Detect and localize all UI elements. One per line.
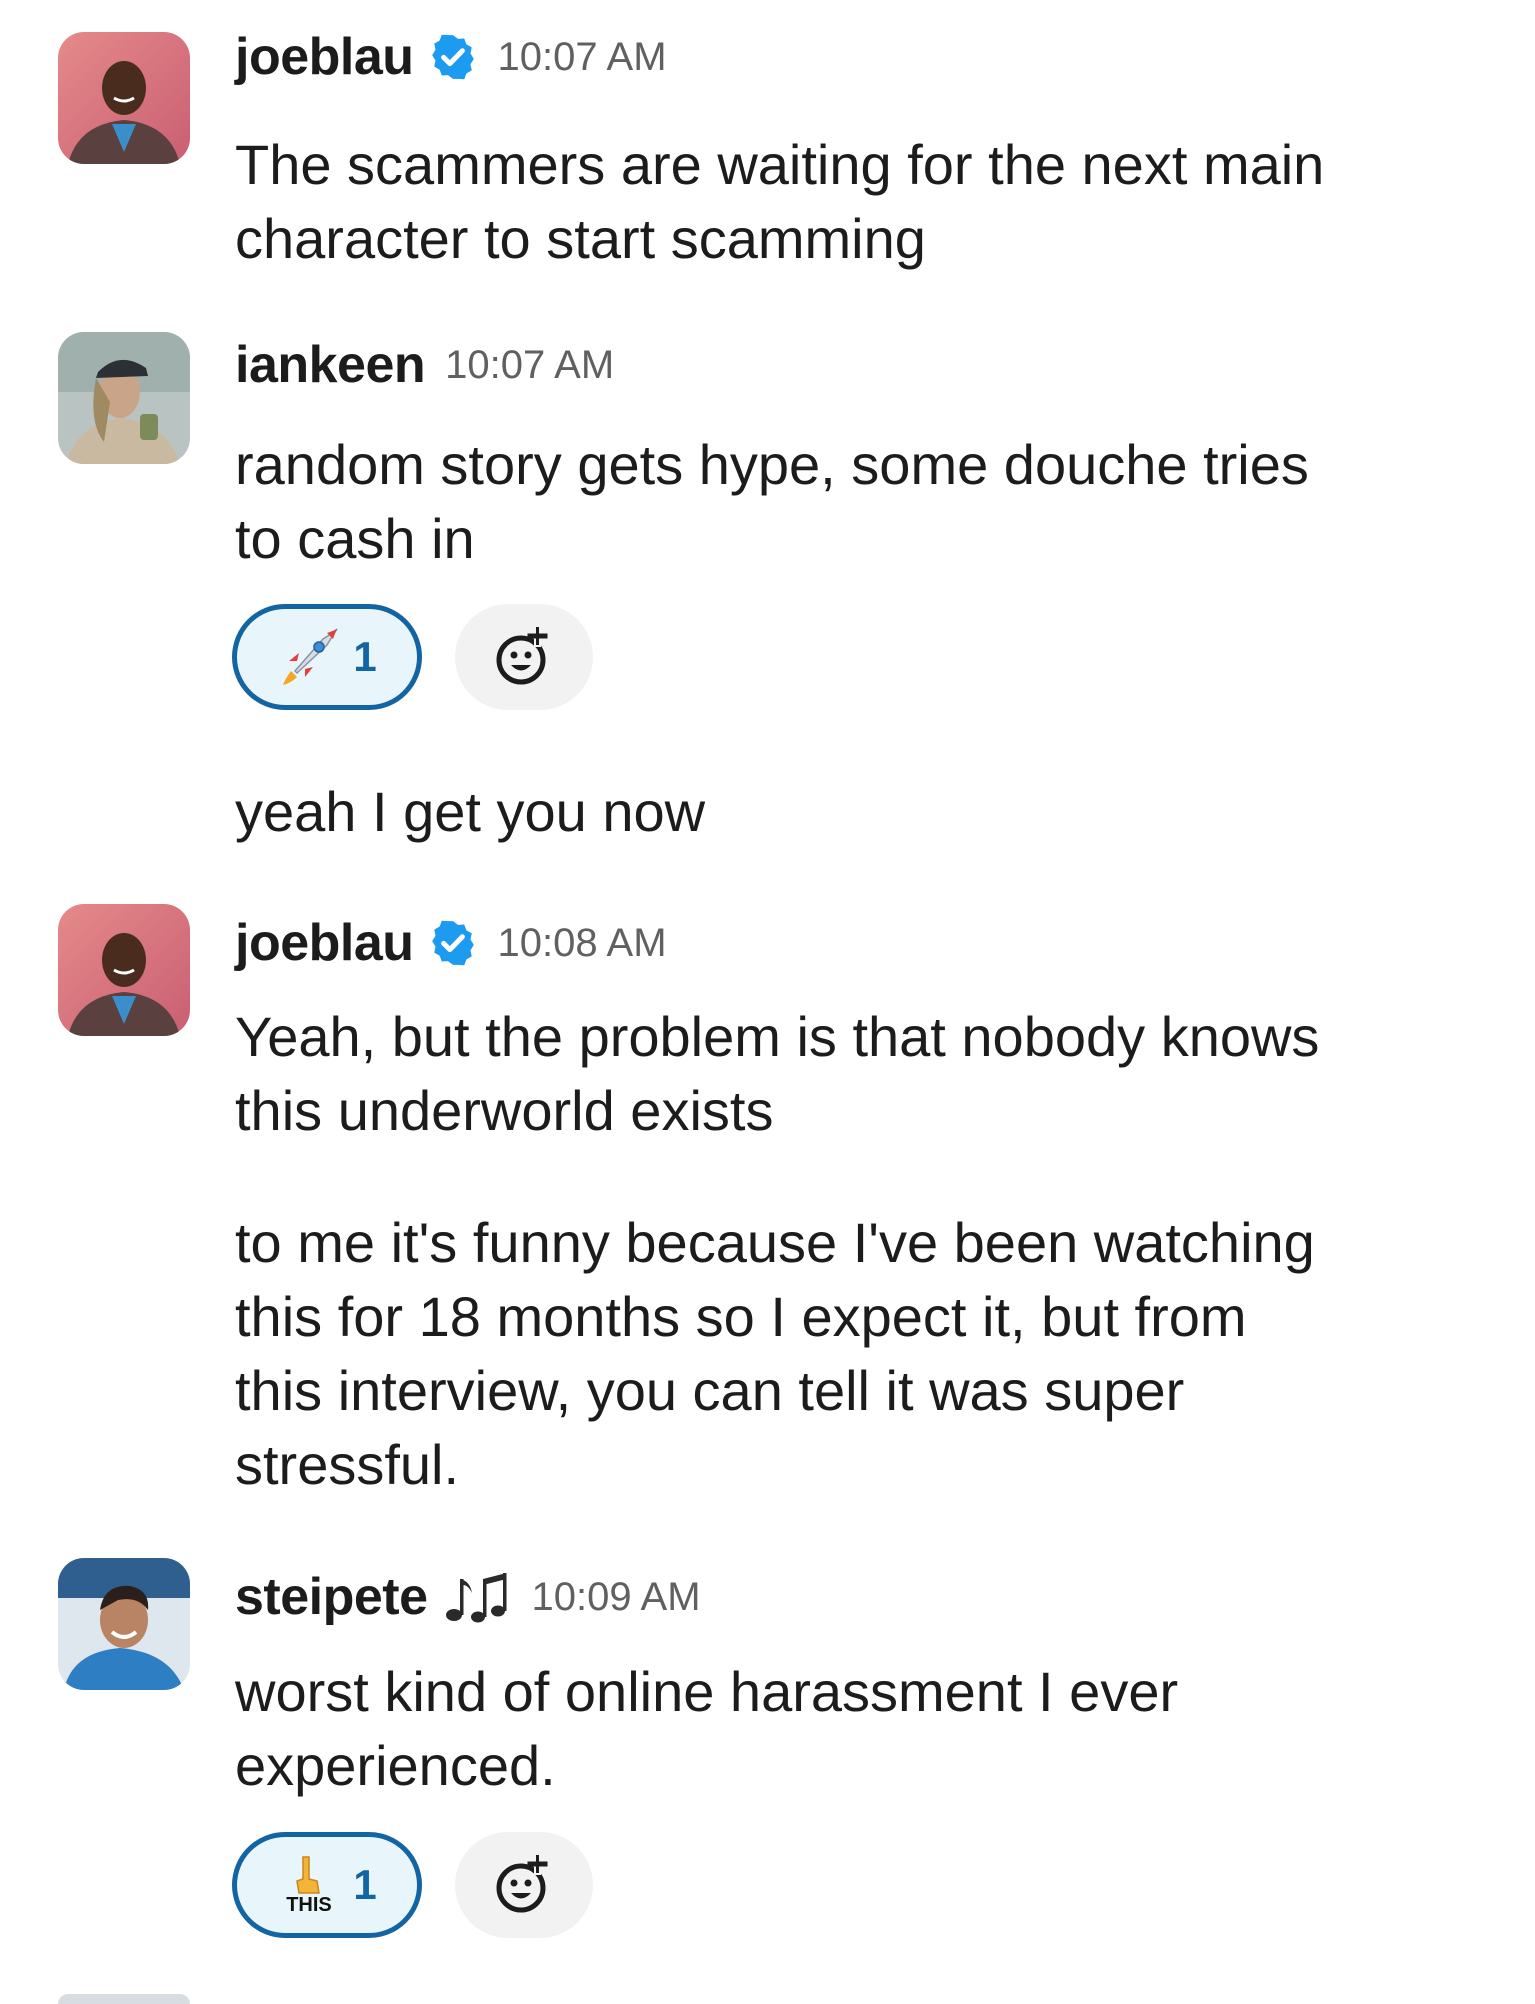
message-line: this underworld exists (235, 1079, 774, 1142)
message-text: random story gets hype, some douche trie… (235, 428, 1455, 576)
verified-badge-icon (428, 918, 478, 968)
music-notes-icon[interactable] (442, 1569, 512, 1625)
rocket-icon (277, 625, 341, 689)
message-header: joeblau 10:07 AM (235, 22, 667, 92)
author-name[interactable]: joeblau (235, 27, 414, 87)
message-text: worst kind of online harassment I ever e… (235, 1655, 1455, 1803)
message-line: random story gets hype, some douche trie… (235, 433, 1309, 496)
add-reaction-button[interactable] (455, 604, 593, 710)
add-reaction-icon (496, 1853, 548, 1913)
avatar-next-partial (58, 1994, 190, 2004)
message-text: Yeah, but the problem is that nobody kno… (235, 1000, 1455, 1148)
message-line: The scammers are waiting for the next ma… (235, 133, 1325, 196)
message-header: iankeen 10:07 AM (235, 330, 614, 400)
message-line: yeah I get you now (235, 780, 706, 843)
timestamp[interactable]: 10:09 AM (532, 1575, 701, 1620)
avatar-iankeen[interactable] (58, 332, 190, 464)
message-line: this interview, you can tell it was supe… (235, 1359, 1185, 1422)
message-text-paragraph: to me it's funny because I've been watch… (235, 1206, 1455, 1502)
message-header: joeblau 10:08 AM (235, 908, 667, 978)
reaction-rocket[interactable]: 1 (232, 604, 422, 710)
message-line: experienced. (235, 1734, 556, 1797)
timestamp[interactable]: 10:07 AM (445, 343, 614, 388)
add-reaction-icon (496, 625, 548, 685)
reaction-count: 1 (353, 1861, 377, 1908)
avatar-joeblau[interactable] (58, 904, 190, 1036)
message-header: steipete 10:09 AM (235, 1562, 701, 1632)
message-text: The scammers are waiting for the next ma… (235, 128, 1455, 276)
message-line: to me it's funny because I've been watch… (235, 1211, 1315, 1274)
message-line: Yeah, but the problem is that nobody kno… (235, 1005, 1320, 1068)
reaction-this[interactable]: THIS 1 (232, 1832, 422, 1938)
verified-badge-icon (428, 32, 478, 82)
author-name[interactable]: iankeen (235, 335, 426, 395)
message-line: to cash in (235, 507, 475, 570)
author-name[interactable]: joeblau (235, 913, 414, 973)
author-name[interactable]: steipete (235, 1567, 428, 1627)
message-line: stressful. (235, 1433, 460, 1496)
timestamp[interactable]: 10:07 AM (498, 35, 667, 80)
timestamp[interactable]: 10:08 AM (498, 921, 667, 966)
message-line: worst kind of online harassment I ever (235, 1660, 1179, 1723)
avatar-steipete[interactable] (58, 1558, 190, 1690)
reaction-count: 1 (353, 633, 377, 680)
avatar-joeblau[interactable] (58, 32, 190, 164)
message-line: this for 18 months so I expect it, but f… (235, 1285, 1247, 1348)
add-reaction-button[interactable] (455, 1832, 593, 1938)
this-emoji-icon: THIS (277, 1853, 341, 1917)
message-text-followup: yeah I get you now (235, 775, 1455, 849)
message-line: character to start scamming (235, 207, 926, 270)
this-emoji-text: THIS (287, 1894, 333, 1916)
